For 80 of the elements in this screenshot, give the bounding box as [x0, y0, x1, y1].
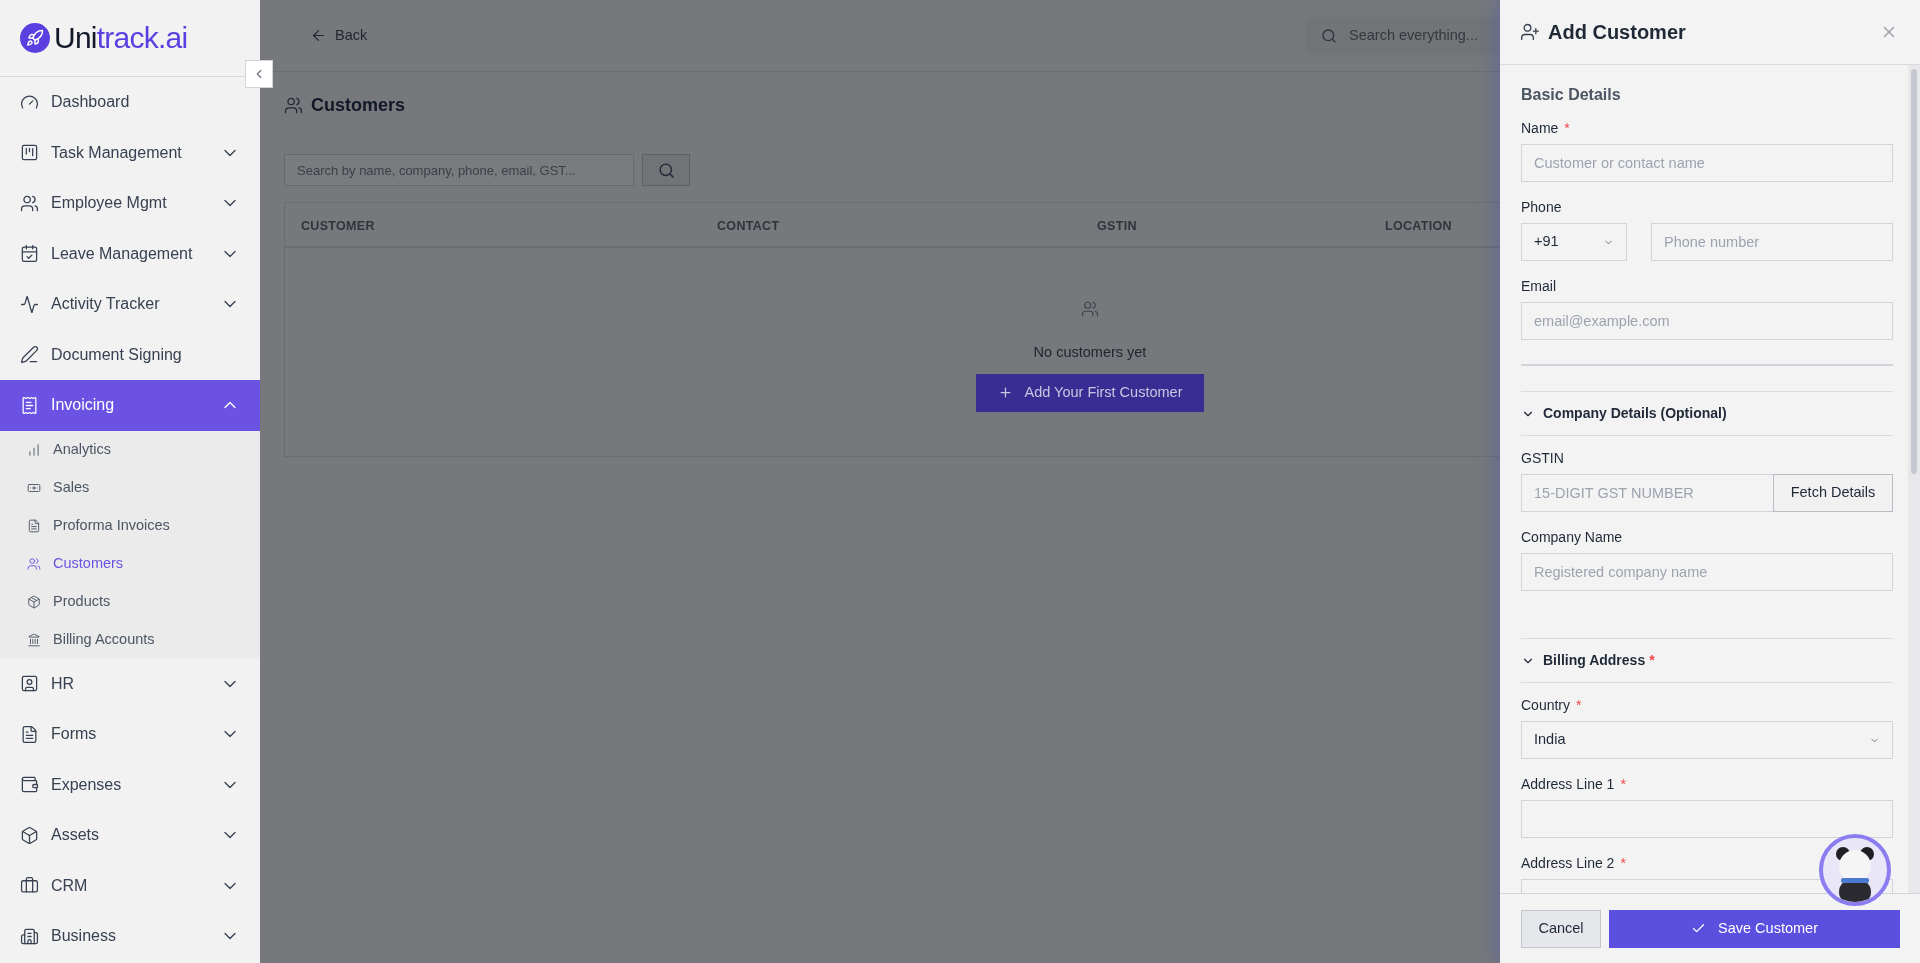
- column-header: LOCATION: [1385, 218, 1452, 233]
- wallet-icon: [20, 775, 39, 795]
- field-label: Company Name: [1521, 528, 1624, 547]
- logo-text: Unitrack.ai: [54, 23, 188, 53]
- sidebar-item[interactable]: Assets: [0, 810, 260, 861]
- sidebar-item[interactable]: Dashboard: [0, 77, 260, 128]
- submenu-item[interactable]: Products: [0, 582, 260, 621]
- section-title: Company Details (Optional): [1543, 404, 1727, 423]
- add-first-customer-button[interactable]: Add Your First Customer: [975, 373, 1205, 412]
- users-icon: [20, 193, 39, 213]
- gstin-input-field[interactable]: 15-DIGIT GST NUMBER: [1521, 474, 1773, 512]
- column-header: CUSTOMER: [301, 218, 375, 233]
- text-input-field[interactable]: email@example.com: [1521, 302, 1893, 340]
- section-toggle[interactable]: Billing Address *: [1521, 639, 1893, 682]
- sidebar-item[interactable]: HR: [0, 658, 260, 709]
- bank-icon: [27, 632, 41, 647]
- submenu-item[interactable]: Proforma Invoices: [0, 506, 260, 545]
- sidebar-item[interactable]: Invoicing: [0, 380, 260, 431]
- id-badge-icon: [20, 674, 39, 694]
- building-icon: [20, 926, 39, 946]
- sidebar-item[interactable]: Forms: [0, 709, 260, 760]
- column-header: CONTACT: [717, 218, 780, 233]
- field-label: Phone: [1521, 198, 1563, 217]
- sidebar-item[interactable]: Business: [0, 911, 260, 962]
- field-label: Address Line 2 *: [1521, 854, 1627, 873]
- back-button[interactable]: Back: [310, 24, 368, 47]
- field-label: Name *: [1521, 119, 1571, 138]
- users-icon: [27, 556, 41, 571]
- pen-icon: [20, 345, 39, 365]
- submenu-item[interactable]: Sales: [0, 468, 260, 507]
- collapse-sidebar-button[interactable]: [245, 60, 273, 88]
- section-heading: Basic Details: [1521, 85, 1622, 105]
- column-header: GSTIN: [1097, 218, 1137, 233]
- bar-chart-icon: [27, 442, 41, 457]
- document-icon: [20, 724, 39, 744]
- text-input-field[interactable]: Registered company name: [1521, 553, 1893, 591]
- scrollbar[interactable]: [1908, 65, 1920, 893]
- user-plus-icon: [1520, 22, 1540, 42]
- kanban-icon: [20, 143, 39, 163]
- package-icon: [27, 594, 41, 609]
- box-icon: [20, 825, 39, 845]
- field-label: Email: [1521, 277, 1557, 296]
- submenu-item[interactable]: Customers: [0, 544, 260, 583]
- calendar-icon: [20, 244, 39, 264]
- field-label: Address Line 1 *: [1521, 775, 1627, 794]
- submenu-item[interactable]: Billing Accounts: [0, 620, 260, 659]
- submenu-item[interactable]: Analytics: [0, 430, 260, 469]
- document-icon: [27, 518, 41, 533]
- country-select[interactable]: India: [1521, 721, 1893, 759]
- search-icon: [1321, 27, 1337, 44]
- field-label: GSTIN: [1521, 449, 1565, 468]
- drawer-title: Add Customer: [1548, 20, 1686, 45]
- text-input-field[interactable]: Customer or contact name: [1521, 144, 1893, 182]
- field-label: Country *: [1521, 696, 1583, 715]
- sidebar-item[interactable]: Activity Tracker: [0, 279, 260, 330]
- sidebar-item[interactable]: Expenses: [0, 759, 260, 810]
- section-toggle[interactable]: Company Details (Optional): [1521, 392, 1893, 435]
- fetch-details-button[interactable]: Fetch Details: [1773, 474, 1893, 512]
- customer-search-field[interactable]: Search by name, company, phone, email, GST...: [284, 154, 634, 186]
- country-code-select[interactable]: +91: [1521, 223, 1627, 261]
- plus-icon: [997, 385, 1013, 401]
- save-customer-button[interactable]: Save Customer: [1609, 909, 1900, 948]
- empty-message: No customers yet: [1033, 343, 1147, 362]
- users-icon: [1081, 300, 1099, 318]
- search-button[interactable]: [642, 154, 690, 186]
- section-title: Billing Address *: [1543, 651, 1655, 670]
- page-title: Customers: [311, 93, 406, 117]
- cancel-button[interactable]: Cancel: [1521, 909, 1601, 948]
- users-icon: [284, 95, 303, 115]
- sidebar-item[interactable]: Leave Management: [0, 228, 260, 279]
- text-input-field[interactable]: [1521, 800, 1893, 838]
- sidebar-item[interactable]: CRM: [0, 860, 260, 911]
- sidebar-item[interactable]: Employee Mgmt: [0, 178, 260, 229]
- search-icon: [657, 161, 675, 179]
- sidebar-item[interactable]: Task Management: [0, 127, 260, 178]
- sidebar-item[interactable]: Document Signing: [0, 329, 260, 380]
- receipt-icon: [20, 395, 39, 415]
- rocket-logo-icon: [20, 23, 50, 53]
- phone-input-field[interactable]: Phone number: [1651, 223, 1893, 261]
- pulse-icon: [20, 294, 39, 314]
